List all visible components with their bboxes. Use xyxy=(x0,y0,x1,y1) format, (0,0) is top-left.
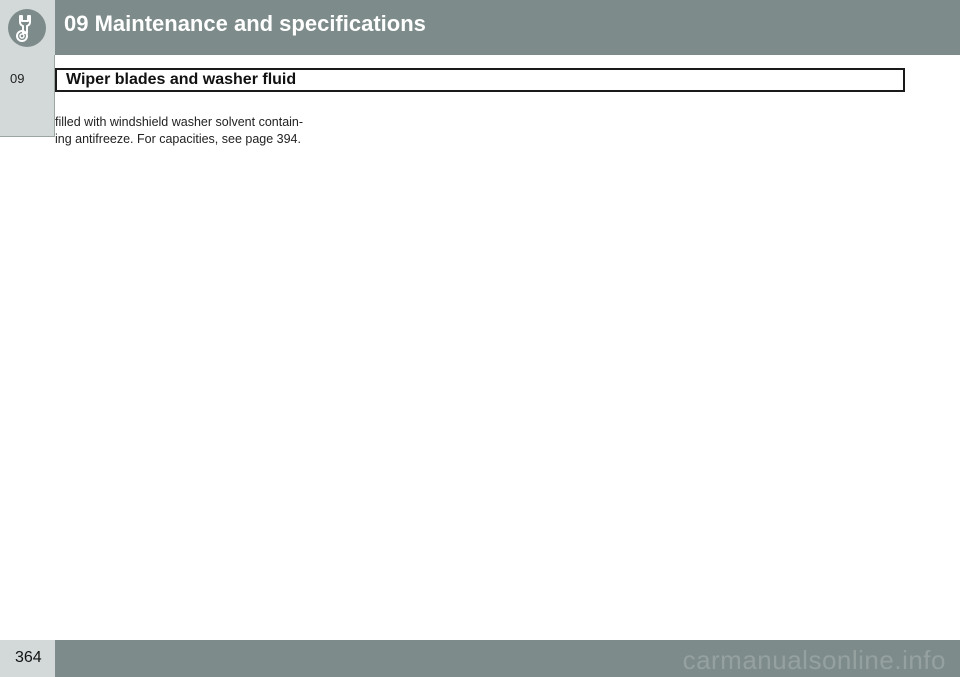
chapter-side-tab: 09 xyxy=(0,55,55,137)
chapter-icon-box xyxy=(0,0,55,55)
footer-bar: 364 carmanualsonline.info xyxy=(0,640,960,677)
chapter-title: 09 Maintenance and specifications xyxy=(64,11,426,36)
manual-page: 09 Maintenance and specifications 09 Wip… xyxy=(0,0,960,677)
header-bar: 09 Maintenance and specifications xyxy=(0,0,960,55)
body-line: ing antifreeze. For capacities, see page… xyxy=(55,132,301,146)
body-line: filled with windshield washer solvent co… xyxy=(55,115,304,129)
watermark: carmanualsonline.info xyxy=(682,645,946,675)
page-number-box: 364 xyxy=(0,640,55,677)
side-tab-label: 09 xyxy=(10,71,25,86)
section-heading-box: Wiper blades and washer fluid xyxy=(55,68,905,92)
section-title: Wiper blades and washer fluid xyxy=(66,71,297,88)
body-paragraph: filled with windshield washer solvent co… xyxy=(55,114,345,148)
page-number: 364 xyxy=(15,649,42,666)
